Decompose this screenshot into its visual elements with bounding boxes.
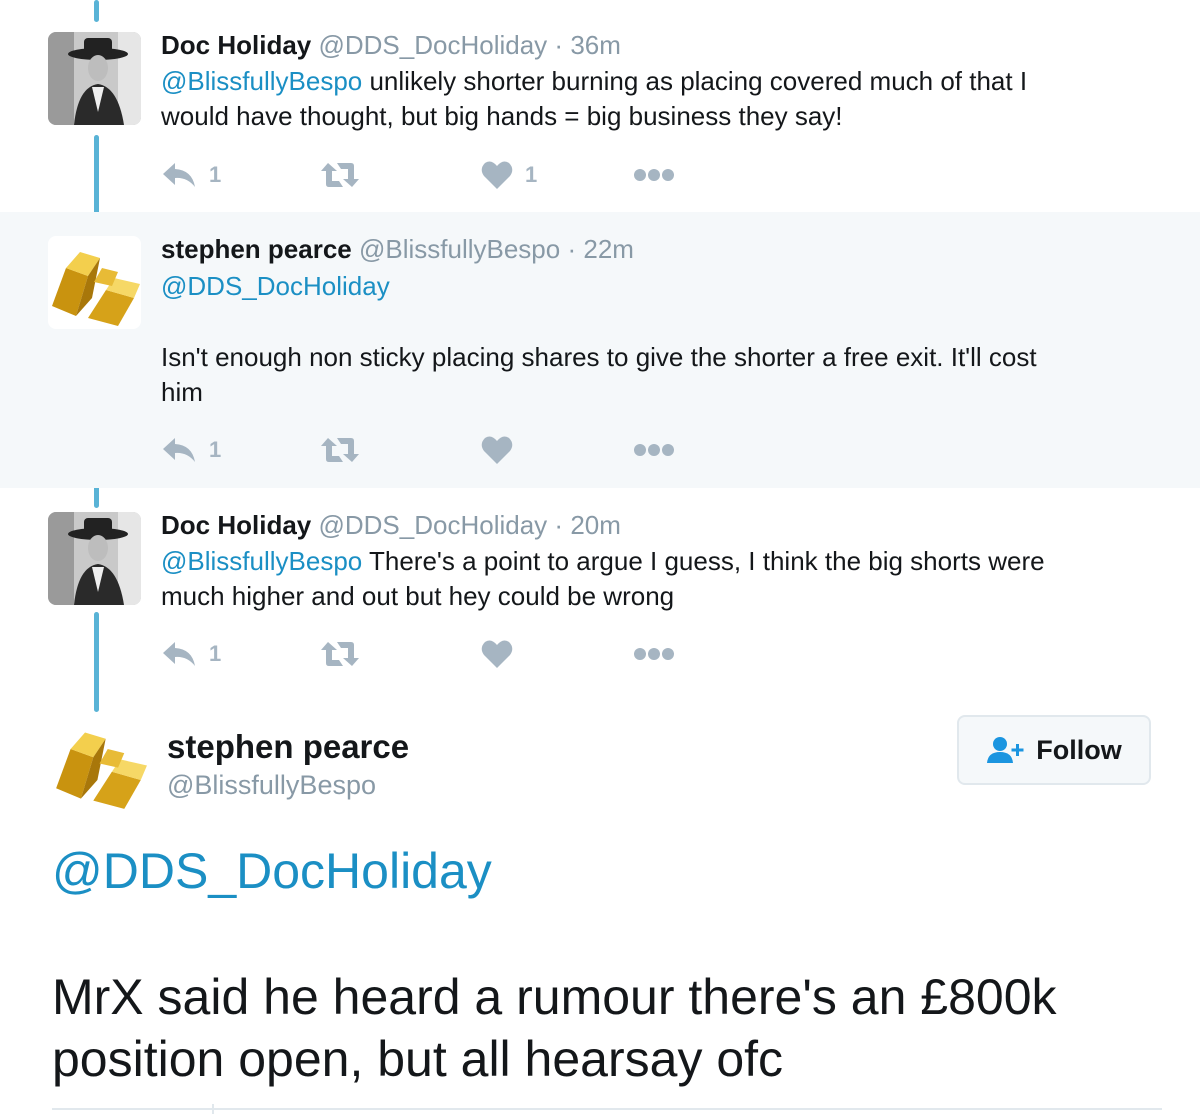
retweet-icon xyxy=(321,438,359,462)
tweet-actions: 1 1 xyxy=(161,155,721,195)
separator: · xyxy=(554,510,564,540)
gold-bars-avatar xyxy=(52,716,148,812)
retweet-button[interactable] xyxy=(319,155,361,195)
follow-button[interactable]: Follow xyxy=(957,715,1151,785)
heart-icon xyxy=(481,161,513,189)
like-button[interactable] xyxy=(481,430,525,470)
reply-button[interactable]: 1 xyxy=(161,634,221,674)
timestamp[interactable]: 22m xyxy=(583,234,634,264)
like-button[interactable] xyxy=(481,634,525,674)
tweet-actions: 1 xyxy=(161,430,721,470)
username[interactable]: @DDS_DocHoliday xyxy=(318,510,547,540)
mention-link[interactable]: @DDS_DocHoliday xyxy=(52,842,492,900)
follow-user-icon xyxy=(987,737,1024,763)
tweet-text-line: much higher and out but hey could be wro… xyxy=(161,581,675,611)
retweet-button[interactable] xyxy=(319,430,361,470)
username[interactable]: @BlissfullyBespo xyxy=(167,770,376,801)
retweet-icon xyxy=(321,163,359,187)
tweet-text: @BlissfullyBespo unlikely shorter burnin… xyxy=(161,64,1161,134)
heart-icon xyxy=(481,640,513,668)
divider xyxy=(212,1104,214,1114)
tweet-header: Doc Holiday @DDS_DocHoliday · 36m xyxy=(161,30,621,61)
follow-label: Follow xyxy=(1036,734,1122,765)
more-button[interactable] xyxy=(633,634,675,674)
tweet-text: MrX said he heard a rumour there's an £8… xyxy=(52,966,1152,1090)
reply-icon xyxy=(163,163,195,187)
tweet-text-line: There's a point to argue I guess, I thin… xyxy=(362,546,1045,576)
doc-holiday-avatar xyxy=(48,512,141,605)
avatar[interactable] xyxy=(52,716,148,812)
more-icon xyxy=(634,444,674,456)
timestamp[interactable]: 36m xyxy=(570,30,621,60)
more-icon xyxy=(634,169,674,181)
tweet-text-line: MrX said he heard a rumour there's an £8… xyxy=(52,969,1057,1025)
retweet-icon xyxy=(321,642,359,666)
tweet[interactable]: Doc Holiday @DDS_DocHoliday · 36m @Bliss… xyxy=(0,0,1200,212)
tweet-text-line: would have thought, but big hands = big … xyxy=(161,101,843,131)
tweet-text-line: position open, but all hearsay ofc xyxy=(52,1031,784,1087)
avatar[interactable] xyxy=(48,512,141,605)
reply-button[interactable]: 1 xyxy=(161,430,221,470)
divider xyxy=(52,1108,1162,1110)
more-button[interactable] xyxy=(633,155,675,195)
like-button[interactable]: 1 xyxy=(481,155,537,195)
display-name[interactable]: stephen pearce xyxy=(167,728,409,766)
tweet-header: Doc Holiday @DDS_DocHoliday · 20m xyxy=(161,510,621,541)
tweet-text-line: Isn't enough non sticky placing shares t… xyxy=(161,342,1037,372)
username[interactable]: @BlissfullyBespo xyxy=(359,234,560,264)
mention-link[interactable]: @DDS_DocHoliday xyxy=(161,271,390,301)
like-count: 1 xyxy=(525,162,538,187)
separator: · xyxy=(567,234,577,264)
tweet-text: Isn't enough non sticky placing shares t… xyxy=(161,340,1161,410)
more-icon xyxy=(634,648,674,660)
tweet[interactable]: stephen pearce @BlissfullyBespo · 22m @D… xyxy=(0,212,1200,488)
tweet[interactable]: Doc Holiday @DDS_DocHoliday · 20m @Bliss… xyxy=(0,488,1200,700)
avatar[interactable] xyxy=(48,32,141,125)
tweet-header: stephen pearce @BlissfullyBespo · 22m xyxy=(161,234,634,265)
tweet-text-line: unlikely shorter burning as placing cove… xyxy=(362,66,1028,96)
doc-holiday-avatar xyxy=(48,32,141,125)
reply-icon xyxy=(163,438,195,462)
display-name[interactable]: stephen pearce xyxy=(161,234,352,264)
gold-bars-avatar xyxy=(48,236,141,329)
tweet-actions: 1 xyxy=(161,634,721,674)
mention-link[interactable]: @BlissfullyBespo xyxy=(161,546,362,576)
reply-count: 1 xyxy=(209,162,222,187)
avatar[interactable] xyxy=(48,236,141,329)
display-name[interactable]: Doc Holiday xyxy=(161,30,311,60)
reply-icon xyxy=(163,642,195,666)
tweet-text: @BlissfullyBespo There's a point to argu… xyxy=(161,544,1161,614)
heart-icon xyxy=(481,436,513,464)
more-button[interactable] xyxy=(633,430,675,470)
timestamp[interactable]: 20m xyxy=(570,510,621,540)
tweet-text: @DDS_DocHoliday xyxy=(161,269,1161,304)
reply-count: 1 xyxy=(209,641,222,666)
mention-link[interactable]: @BlissfullyBespo xyxy=(161,66,362,96)
separator: · xyxy=(554,30,564,60)
display-name[interactable]: Doc Holiday xyxy=(161,510,311,540)
tweet-text-line: him xyxy=(161,377,203,407)
reply-button[interactable]: 1 xyxy=(161,155,221,195)
reply-count: 1 xyxy=(209,437,222,462)
username[interactable]: @DDS_DocHoliday xyxy=(318,30,547,60)
retweet-button[interactable] xyxy=(319,634,361,674)
